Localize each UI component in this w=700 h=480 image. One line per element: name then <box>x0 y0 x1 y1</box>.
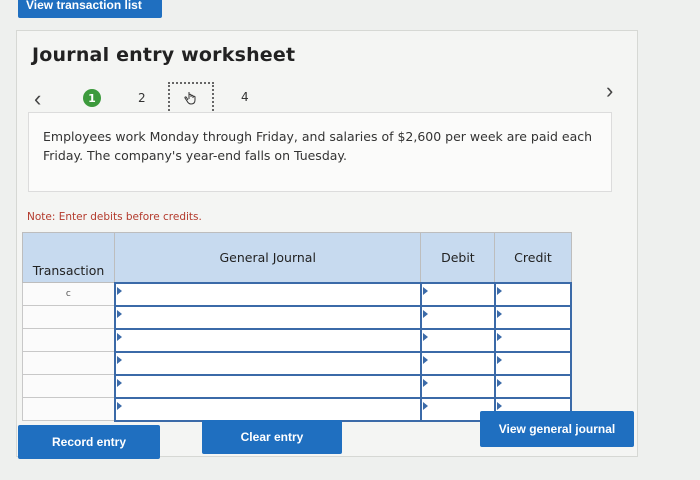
credit-input[interactable] <box>493 304 573 330</box>
table-row <box>21 350 573 376</box>
step-3-current[interactable] <box>168 82 214 114</box>
transaction-cell <box>21 305 116 329</box>
transaction-description: Employees work Monday through Friday, an… <box>28 112 612 192</box>
chevron-left-icon[interactable]: ‹ <box>34 86 41 112</box>
transaction-header: Transaction <box>21 232 116 283</box>
debit-input[interactable] <box>419 304 496 330</box>
account-select[interactable] <box>113 350 422 376</box>
clear-entry-button[interactable]: Clear entry <box>202 420 342 454</box>
transaction-cell <box>21 328 116 352</box>
account-select[interactable] <box>113 396 422 422</box>
debit-input[interactable] <box>419 350 496 376</box>
debit-credit-note: Note: Enter debits before credits. <box>27 211 202 223</box>
step-2[interactable]: 2 <box>138 91 146 105</box>
credit-input[interactable] <box>493 281 573 307</box>
table-row <box>21 327 573 353</box>
chevron-right-icon[interactable]: › <box>606 78 613 104</box>
debit-input[interactable] <box>419 373 496 399</box>
record-entry-button[interactable]: Record entry <box>18 425 160 459</box>
account-select[interactable] <box>113 373 422 399</box>
pointing-hand-icon <box>184 92 196 105</box>
credit-header: Credit <box>494 232 572 283</box>
general-journal-header: General Journal <box>114 232 422 283</box>
transaction-cell: c <box>21 282 116 306</box>
view-transaction-list-button[interactable]: View transaction list <box>18 0 162 18</box>
debit-input[interactable] <box>419 281 496 307</box>
debit-header: Debit <box>420 232 496 283</box>
transaction-cell <box>21 397 116 421</box>
step-1-done[interactable]: 1 <box>83 89 101 107</box>
view-general-journal-button[interactable]: View general journal <box>480 411 634 447</box>
table-row <box>21 373 573 399</box>
account-select[interactable] <box>113 304 422 330</box>
journal-entry-table: Transaction General Journal Debit Credit… <box>21 232 573 422</box>
account-select[interactable] <box>113 327 422 353</box>
table-row: c <box>21 281 573 307</box>
transaction-cell <box>21 351 116 375</box>
transaction-cell <box>21 374 116 398</box>
step-4[interactable]: 4 <box>241 90 249 104</box>
account-select[interactable] <box>113 281 422 307</box>
credit-input[interactable] <box>493 327 573 353</box>
table-row <box>21 304 573 330</box>
page-title: Journal entry worksheet <box>32 44 296 66</box>
debit-input[interactable] <box>419 327 496 353</box>
credit-input[interactable] <box>493 350 573 376</box>
credit-input[interactable] <box>493 373 573 399</box>
